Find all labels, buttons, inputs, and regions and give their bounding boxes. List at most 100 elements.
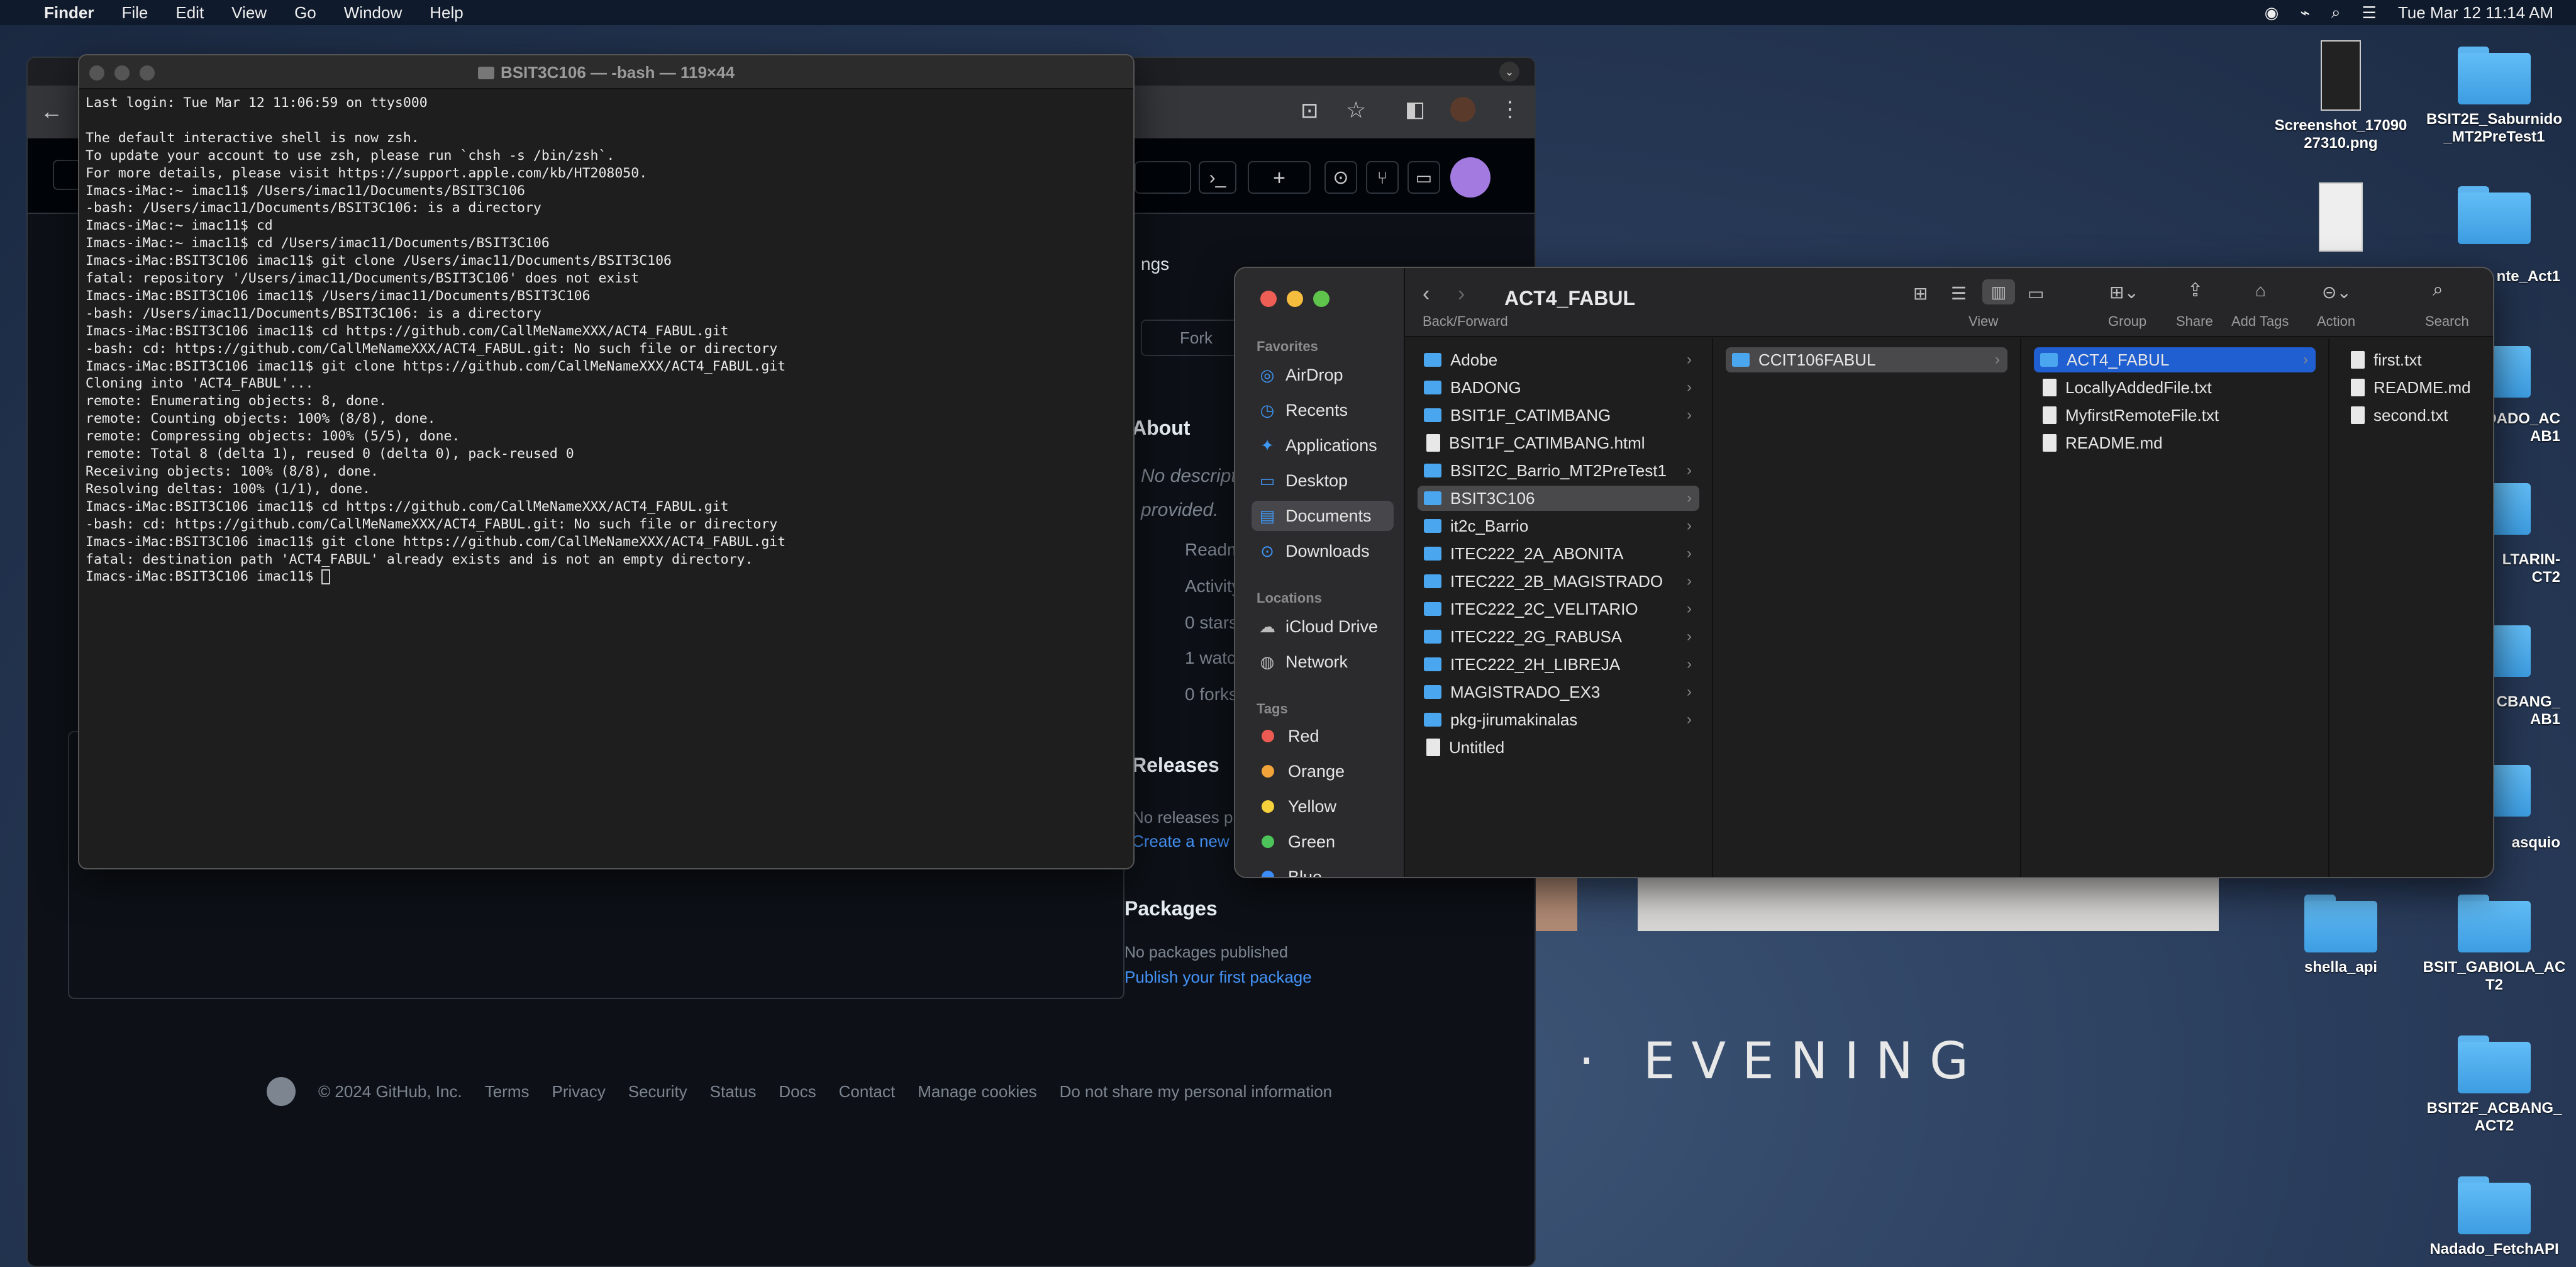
sidebar-item-documents[interactable]: ▤ Documents	[1252, 501, 1394, 531]
desktop-folder-nadado[interactable]: Nadado_FetchAPI	[2419, 1176, 2570, 1258]
zoom-button[interactable]	[140, 65, 155, 81]
finder-file-row[interactable]: README.md	[2342, 375, 2483, 400]
desktop-folder-gabiola[interactable]: BSIT_GABIOLA_AC T2	[2419, 895, 2570, 994]
profile-avatar[interactable]	[1450, 97, 1475, 122]
finder-folder-row[interactable]: BADONG ›	[1418, 375, 1699, 400]
github-search-input[interactable]	[1135, 161, 1191, 194]
finder-folder-row[interactable]: ITEC222_2G_RABUSA ›	[1418, 624, 1699, 649]
minimize-button[interactable]	[1287, 291, 1303, 307]
settings-tab-partial[interactable]: ngs	[1141, 254, 1169, 274]
sidebar-item-icloud-drive[interactable]: ☁ iCloud Drive	[1252, 611, 1394, 642]
forward-arrow-icon[interactable]: ›	[1458, 282, 1465, 306]
sidebar-item-recents[interactable]: ◷ Recents	[1252, 395, 1394, 425]
finder-file-row[interactable]: Untitled	[1418, 735, 1699, 760]
tag-icon[interactable]: ⌂	[2255, 281, 2266, 301]
sidebar-item-airdrop[interactable]: ◎ AirDrop	[1252, 360, 1394, 390]
footer-manage-cookies-link[interactable]: Manage cookies	[918, 1082, 1036, 1102]
finder-file-row[interactable]: second.txt	[2342, 403, 2483, 428]
footer-security-link[interactable]: Security	[628, 1082, 687, 1102]
desktop-file-document[interactable]	[2265, 182, 2416, 258]
finder-file-row[interactable]: first.txt	[2342, 347, 2483, 372]
footer-privacy-link[interactable]: Privacy	[552, 1082, 606, 1102]
footer-contact-link[interactable]: Contact	[839, 1082, 896, 1102]
finder-folder-row[interactable]: BSIT2C_Barrio_MT2PreTest1 ›	[1418, 458, 1699, 483]
finder-folder-row[interactable]: ITEC222_2C_VELITARIO ›	[1418, 596, 1699, 622]
finder-folder-row[interactable]: ITEC222_2A_ABONITA ›	[1418, 541, 1699, 566]
finder-folder-row[interactable]: ITEC222_2B_MAGISTRADO ›	[1418, 569, 1699, 594]
menu-view[interactable]: View	[231, 3, 267, 23]
share-icon[interactable]: ⇪	[2187, 279, 2203, 301]
desktop-folder[interactable]	[2419, 186, 2570, 250]
publish-package-link[interactable]: Publish your first package	[1124, 968, 1312, 987]
finder-file-row[interactable]: BSIT1F_CATIMBANG.html	[1418, 430, 1699, 455]
desktop-folder[interactable]: BSIT2E_Saburnido _MT2PreTest1	[2419, 47, 2570, 146]
terminal-output[interactable]: Last login: Tue Mar 12 11:06:59 on ttys0…	[79, 89, 1133, 591]
group-icon[interactable]: ⊞⌄	[2109, 282, 2139, 303]
sidebar-item-applications[interactable]: ✦ Applications	[1252, 430, 1394, 460]
close-button[interactable]	[89, 65, 104, 81]
sidebar-item-network[interactable]: ◍ Network	[1252, 647, 1394, 677]
forks-link[interactable]: 0 forks	[1185, 684, 1238, 705]
inbox-icon[interactable]: ▭	[1407, 161, 1440, 194]
menu-go[interactable]: Go	[294, 3, 316, 23]
icon-view-icon[interactable]: ⊞	[1913, 283, 1928, 304]
desktop-folder-acbang[interactable]: BSIT2F_ACBANG_ ACT2	[2419, 1035, 2570, 1135]
footer-terms-link[interactable]: Terms	[485, 1082, 530, 1102]
menu-app-name[interactable]: Finder	[44, 3, 94, 23]
create-release-link[interactable]: Create a new re	[1132, 832, 1248, 851]
gallery-view-icon[interactable]: ▭	[2028, 283, 2044, 304]
back-arrow-icon[interactable]: ‹	[1423, 282, 1430, 306]
spotlight-search-icon[interactable]: ⌕	[2331, 3, 2341, 23]
finder-file-row[interactable]: README.md	[2034, 430, 2316, 455]
finder-folder-row[interactable]: BSIT3C106 ›	[1418, 486, 1699, 511]
menu-edit[interactable]: Edit	[175, 3, 204, 23]
user-avatar[interactable]	[1450, 157, 1491, 198]
footer-status-link[interactable]: Status	[710, 1082, 757, 1102]
menu-clock[interactable]: Tue Mar 12 11:14 AM	[2398, 3, 2553, 23]
browser-menu-icon[interactable]: ⋮	[1499, 97, 1521, 122]
activity-link[interactable]: Activity	[1185, 576, 1241, 596]
desktop-file-screenshot[interactable]: Screenshot_17090 27310.png	[2265, 40, 2416, 152]
finder-folder-row[interactable]: Adobe ›	[1418, 347, 1699, 372]
create-new-icon[interactable]: +	[1248, 161, 1311, 194]
back-arrow-icon[interactable]: ←	[40, 98, 63, 125]
terminal-title-bar[interactable]: BSIT3C106 — -bash — 119×44	[79, 55, 1133, 89]
wifi-off-icon[interactable]: ⌁	[2300, 3, 2310, 23]
list-view-icon[interactable]: ☰	[1951, 283, 1967, 304]
tab-search-icon[interactable]: ⌄	[1499, 62, 1519, 82]
zoom-button[interactable]	[1313, 291, 1330, 307]
sidebar-tag-blue[interactable]: Blue	[1252, 862, 1394, 877]
finder-folder-row[interactable]: MAGISTRADO_EX3 ›	[1418, 679, 1699, 705]
finder-folder-row[interactable]: BSIT1F_CATIMBANG ›	[1418, 403, 1699, 428]
sidebar-tag-orange[interactable]: Orange	[1252, 756, 1394, 786]
finder-folder-row[interactable]: pkg-jirumakinalas ›	[1418, 707, 1699, 732]
pull-requests-icon[interactable]: ⑂	[1366, 161, 1399, 194]
sidebar-tag-green[interactable]: Green	[1252, 827, 1394, 857]
menu-help[interactable]: Help	[430, 3, 463, 23]
control-center-icon[interactable]: ☰	[2362, 3, 2377, 23]
finder-file-row[interactable]: MyfirstRemoteFile.txt	[2034, 403, 2316, 428]
finder-file-row[interactable]: LocallyAddedFile.txt	[2034, 375, 2316, 400]
menu-window[interactable]: Window	[344, 3, 402, 23]
sidebar-item-desktop[interactable]: ▭ Desktop	[1252, 466, 1394, 496]
stars-link[interactable]: 0 stars	[1185, 613, 1238, 633]
finder-folder-row[interactable]: ITEC222_2H_LIBREJA ›	[1418, 652, 1699, 677]
search-icon[interactable]: ⌕	[2433, 279, 2443, 301]
close-button[interactable]	[1260, 291, 1277, 307]
side-panel-icon[interactable]: ◧	[1405, 97, 1425, 122]
column-view-icon[interactable]: ▥	[1982, 279, 2015, 304]
finder-folder-row[interactable]: it2c_Barrio ›	[1418, 513, 1699, 539]
sidebar-tag-red[interactable]: Red	[1252, 721, 1394, 751]
finder-folder-row[interactable]: ACT4_FABUL ›	[2034, 347, 2316, 372]
bookmark-star-icon[interactable]: ☆	[1346, 97, 1366, 123]
command-palette-icon[interactable]: ›_	[1199, 161, 1236, 194]
finder-folder-row[interactable]: CCIT106FABUL ›	[1726, 347, 2007, 372]
creative-cloud-icon[interactable]: ◉	[2265, 3, 2279, 23]
sidebar-item-downloads[interactable]: ⊙ Downloads	[1252, 536, 1394, 566]
desktop-folder-shella-api[interactable]: shella_api	[2265, 895, 2416, 976]
install-app-icon[interactable]: ⊡	[1301, 98, 1319, 123]
menu-file[interactable]: File	[121, 3, 148, 23]
issues-icon[interactable]: ⊙	[1324, 161, 1357, 194]
footer-docs-link[interactable]: Docs	[779, 1082, 816, 1102]
action-icon[interactable]: ⊝⌄	[2322, 282, 2351, 303]
